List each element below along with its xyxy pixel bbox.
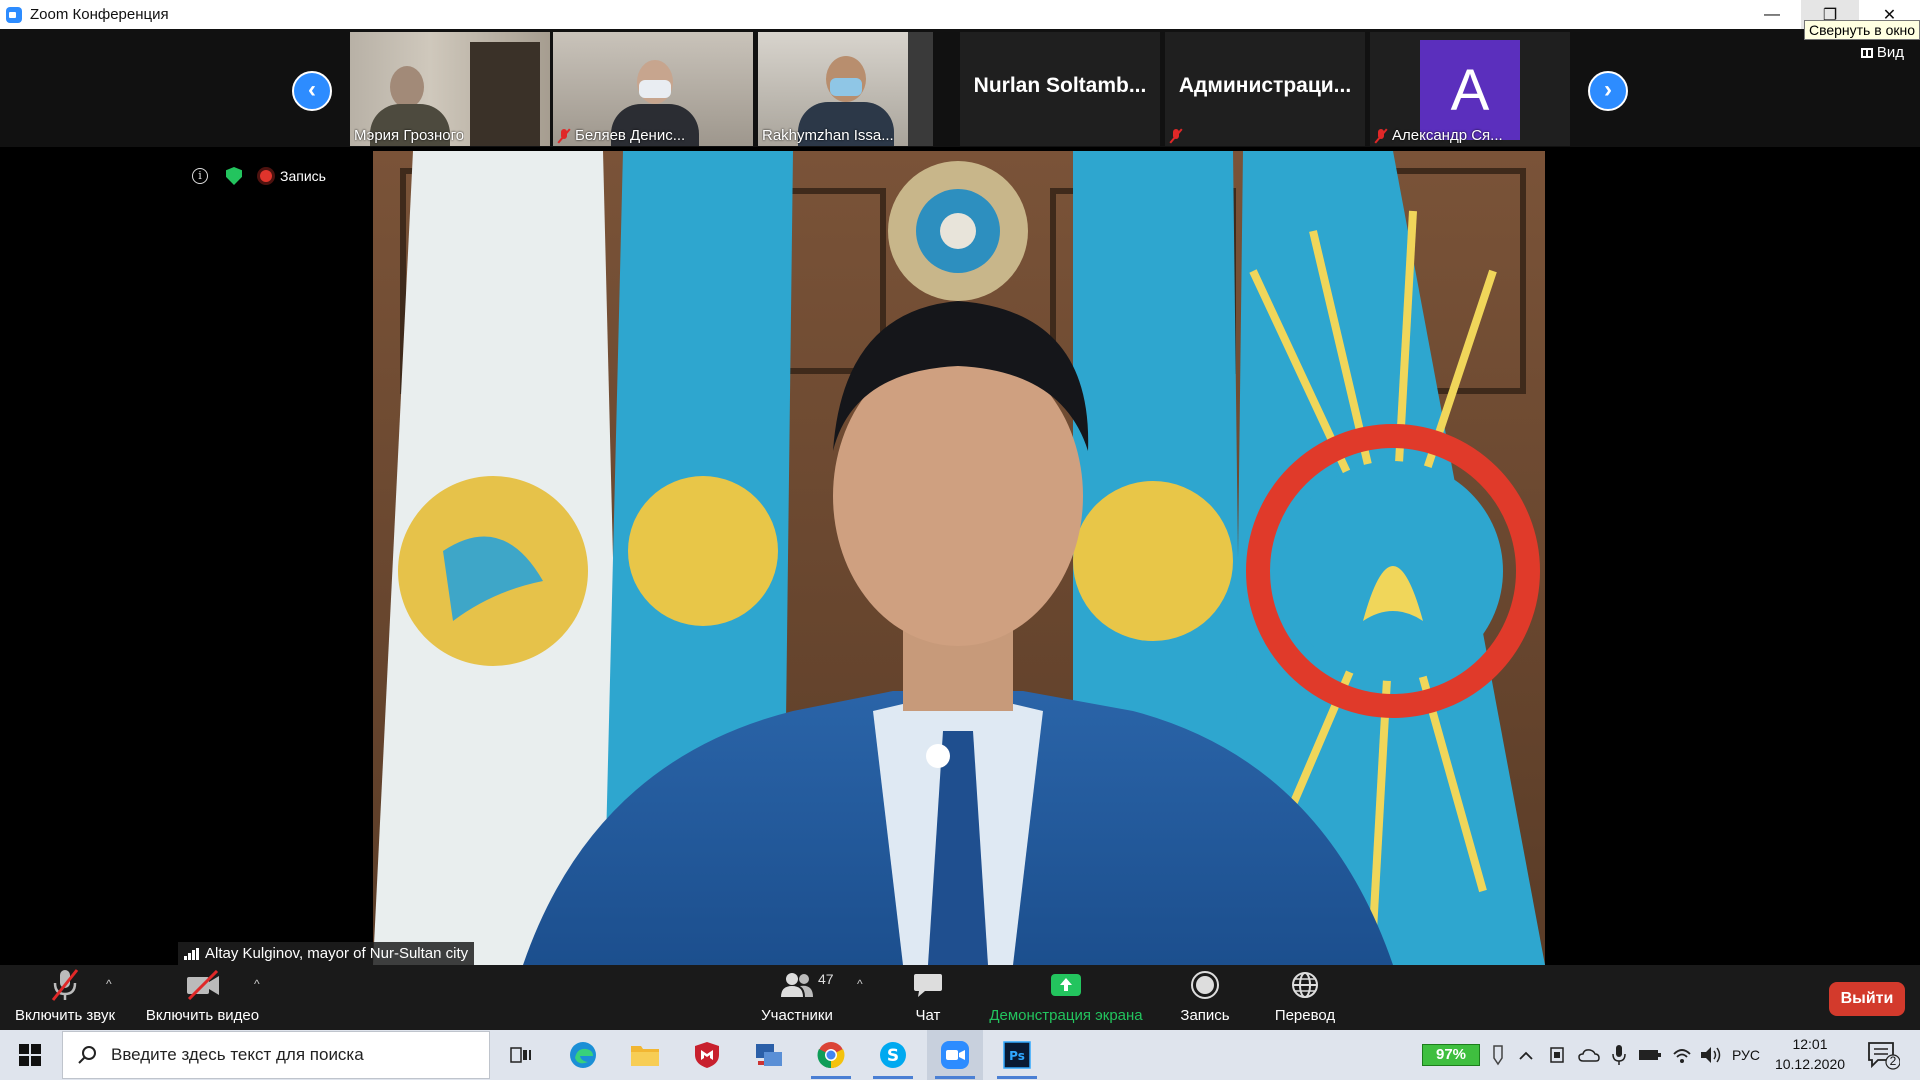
record-button[interactable]: Запись [1170,965,1240,1030]
start-video-button[interactable]: Включить видео [140,965,265,1030]
participant-status [1169,128,1183,144]
network-app-icon[interactable] [741,1030,797,1080]
security-shield-icon[interactable] [226,167,242,185]
translate-button[interactable]: Перевод [1265,965,1345,1030]
mcafee-icon[interactable] [679,1030,735,1080]
strip-next-button[interactable]: › [1588,71,1628,111]
meeting-status-bar: i Запись [192,167,326,185]
chat-button[interactable]: Чат [898,965,958,1030]
translate-label: Перевод [1274,1007,1336,1024]
microphone-tray-icon[interactable] [1612,1030,1626,1080]
leave-meeting-button[interactable]: Выйти [1829,982,1905,1016]
taskbar-clock[interactable]: 12:01 10.12.2020 [1770,1034,1850,1074]
share-screen-icon [1050,967,1082,1003]
record-label: Запись [1180,1007,1230,1024]
onedrive-cloud-icon[interactable] [1578,1030,1600,1080]
camera-off-icon [185,967,221,1003]
record-icon [1190,967,1220,1003]
window-title: Zoom Конференция [30,6,169,23]
clock-time: 12:01 [1792,1036,1828,1052]
battery-indicator[interactable]: 97% [1422,1044,1480,1066]
unmute-label: Включить звук [14,1007,116,1024]
participant-name-large: Администраци... [1178,74,1352,97]
mic-muted-icon [557,128,571,144]
minimize-button[interactable]: — [1743,0,1801,29]
device-tray-icon[interactable] [1548,1030,1566,1080]
chat-icon [913,967,943,1003]
active-speaker-area: i Запись Altay Kulginov, mayor of Nur-Su… [178,151,1742,965]
photoshop-icon[interactable]: Ps [989,1030,1045,1080]
clock-date: 10.12.2020 [1774,1056,1846,1072]
share-screen-label: Демонстрация экрана [989,1007,1143,1024]
speaker-video [373,151,1545,965]
input-language[interactable]: РУС [1732,1030,1760,1080]
edge-browser-icon[interactable] [555,1030,611,1080]
zoom-logo-icon [6,6,22,23]
svg-text:S: S [887,1046,899,1066]
pen-icon[interactable] [1490,1030,1506,1080]
audio-options-caret[interactable]: ^ [106,977,112,991]
start-button[interactable] [0,1030,60,1080]
unmute-button[interactable]: Включить звук [10,965,120,1030]
speaker-video-frame [373,151,1545,965]
participants-icon [780,967,814,1003]
participant-tile[interactable]: Администраци... [1165,32,1365,146]
participants-label: Участники [761,1007,833,1024]
participant-tile[interactable]: Nurlan Soltamb... [960,32,1160,146]
strip-prev-button[interactable]: ‹ [292,71,332,111]
skype-icon[interactable]: S [865,1030,921,1080]
participants-options-caret[interactable]: ^ [857,977,863,991]
participant-name: Rakhymzhan Issa... [762,127,894,144]
windows-taskbar: Введите здесь текст для поиска S Ps 97% [0,1030,1920,1080]
share-screen-button[interactable]: Демонстрация экрана [985,965,1147,1030]
mic-off-icon [49,967,81,1003]
view-button[interactable]: Вид [1860,44,1904,61]
participant-name: Беляев Денис... [557,127,685,144]
taskbar-search-box[interactable]: Введите здесь текст для поиска [62,1031,490,1079]
show-hidden-icons-chevron[interactable] [1518,1030,1534,1080]
active-speaker-name: Altay Kulginov, mayor of Nur-Sultan city [178,942,475,965]
start-video-label: Включить видео [145,1007,260,1024]
recording-indicator: Запись [260,168,326,184]
search-icon [78,1046,96,1064]
video-options-caret[interactable]: ^ [254,977,260,991]
notification-count: 2 [1889,1054,1897,1068]
recording-label: Запись [280,168,326,184]
participant-avatar: A [1420,40,1520,140]
svg-text:Ps: Ps [1009,1049,1025,1063]
recording-dot-icon [260,170,272,182]
participant-tile[interactable]: Rakhymzhan Issa... [758,32,933,146]
participant-name: Александр Ся... [1374,127,1503,144]
notification-center-button[interactable]: 2 [1866,1040,1901,1070]
chrome-browser-icon[interactable] [803,1030,859,1080]
connection-signal-icon [184,947,199,960]
participant-name-large: Nurlan Soltamb... [973,74,1147,97]
participant-name: Мэрия Грозного [354,127,465,144]
grid-view-icon [1860,47,1873,58]
info-icon[interactable]: i [192,168,208,184]
globe-icon [1290,967,1320,1003]
file-explorer-icon[interactable] [617,1030,673,1080]
task-view-icon[interactable] [493,1030,549,1080]
restore-tooltip: Свернуть в окно [1803,20,1920,40]
participant-tile[interactable]: Мэрия Грозного [350,32,550,146]
view-button-label: Вид [1876,44,1904,61]
mic-muted-icon [1374,128,1388,144]
participant-tile[interactable]: A Александр Ся... [1370,32,1570,146]
windows-logo-icon [19,1044,41,1066]
volume-icon[interactable] [1700,1030,1722,1080]
zoom-app-icon[interactable] [927,1030,983,1080]
meeting-controls-bar: Включить звук ^ Включить видео ^ Участни… [0,965,1920,1030]
wifi-icon[interactable] [1672,1030,1692,1080]
window-title-bar: Zoom Конференция — ❐ ✕ Свернуть в окно [0,0,1920,40]
search-placeholder: Введите здесь текст для поиска [111,1045,364,1064]
battery-tray-icon[interactable] [1638,1030,1662,1080]
mic-muted-icon [1169,128,1183,144]
chat-label: Чат [915,1007,941,1024]
participant-tile[interactable]: Беляев Денис... [553,32,753,146]
participants-count: 47 [818,971,834,987]
